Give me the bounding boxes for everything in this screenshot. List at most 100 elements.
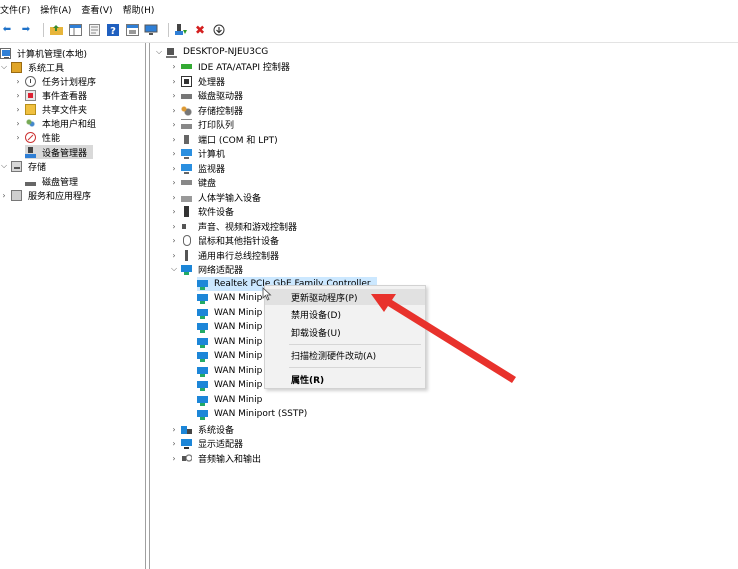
tree-node-services-apps[interactable]: › 服务和应用程序	[0, 188, 93, 202]
chevron-right-icon[interactable]: ›	[170, 91, 178, 100]
hid-icon	[181, 191, 192, 203]
forward-arrow-icon[interactable]: ➡	[19, 23, 33, 37]
device-wan-miniport[interactable]: WAN Minip	[197, 291, 264, 305]
console-tree-pane[interactable]: 计算机管理(本地) ⌵ 系统工具 › 任务计划程序 › 事件查看器 › 共享文件…	[0, 43, 146, 569]
monitor-icon[interactable]	[144, 23, 158, 37]
category-processors[interactable]: › 处理器	[170, 74, 227, 88]
chevron-right-icon[interactable]: ›	[170, 251, 178, 260]
tree-node-local-users[interactable]: › 本地用户和组	[14, 116, 98, 130]
category-audio-io[interactable]: › 音频输入和输出	[170, 451, 263, 465]
tree-node-task-scheduler[interactable]: › 任务计划程序	[14, 74, 98, 88]
chevron-right-icon[interactable]: ›	[170, 222, 178, 231]
chevron-right-icon[interactable]: ›	[170, 62, 178, 71]
tree-node-event-viewer[interactable]: › 事件查看器	[14, 88, 89, 102]
chevron-right-icon[interactable]: ›	[14, 119, 22, 128]
device-label: WAN Minip	[214, 366, 263, 376]
network-adapter-icon	[181, 263, 192, 275]
menu-action[interactable]: 操作(A)	[40, 3, 78, 16]
chevron-down-icon[interactable]: ⌵	[170, 264, 178, 274]
category-system-devices[interactable]: › 系统设备	[170, 422, 236, 436]
chevron-right-icon[interactable]: ›	[170, 207, 178, 216]
chevron-right-icon[interactable]: ›	[170, 439, 178, 448]
tree-node-storage[interactable]: ⌵ 存储	[0, 159, 48, 173]
category-display-adapters[interactable]: › 显示适配器	[170, 436, 245, 450]
chevron-right-icon[interactable]: ›	[14, 91, 22, 100]
chevron-down-icon[interactable]: ⌵	[0, 161, 8, 171]
network-card-icon	[197, 408, 208, 420]
tree-node-device-manager[interactable]: 设备管理器	[25, 145, 94, 159]
tree-node-system-tools[interactable]: ⌵ 系统工具	[0, 60, 66, 74]
chevron-right-icon[interactable]: ›	[170, 454, 178, 463]
device-wan-miniport-sstp[interactable]: WAN Miniport (SSTP)	[197, 407, 309, 421]
menu-item-uninstall-device[interactable]: 卸载设备(U)	[265, 324, 425, 340]
tree-label: 本地用户和组	[42, 119, 97, 130]
category-network-adapters[interactable]: ⌵ 网络适配器	[170, 262, 245, 276]
tools-icon	[11, 61, 22, 73]
properties-icon[interactable]	[87, 23, 101, 37]
device-wan-miniport[interactable]: WAN Minip	[197, 364, 264, 378]
chevron-right-icon[interactable]: ›	[0, 191, 8, 200]
chevron-right-icon[interactable]: ›	[170, 77, 178, 86]
menu-item-disable-device[interactable]: 禁用设备(D)	[265, 306, 425, 322]
chevron-right-icon[interactable]: ›	[170, 236, 178, 245]
chevron-right-icon[interactable]: ›	[170, 149, 178, 158]
show-tree-icon[interactable]	[68, 23, 82, 37]
view-icon[interactable]	[125, 23, 139, 37]
chevron-right-icon[interactable]: ›	[14, 105, 22, 114]
menu-item-scan-hardware[interactable]: 扫描检测硬件改动(A)	[265, 347, 425, 363]
device-wan-miniport[interactable]: WAN Minip	[197, 320, 264, 334]
chevron-right-icon[interactable]: ›	[170, 178, 178, 187]
device-root[interactable]: ⌵ DESKTOP-NJEU3CG	[155, 45, 270, 59]
chevron-down-icon[interactable]: ⌵	[0, 62, 8, 72]
category-ide-controllers[interactable]: › IDE ATA/ATAPI 控制器	[170, 59, 292, 73]
device-wan-miniport[interactable]: WAN Minip	[197, 378, 264, 392]
device-wan-miniport[interactable]: WAN Minip	[197, 335, 264, 349]
tree-node-disk-management[interactable]: 磁盘管理	[25, 174, 80, 188]
tree-node-performance[interactable]: › 性能	[14, 130, 62, 144]
category-storage-controllers[interactable]: › 存储控制器	[170, 103, 245, 117]
chevron-right-icon[interactable]: ›	[170, 135, 178, 144]
chevron-down-icon[interactable]: ⌵	[155, 47, 163, 57]
category-keyboards[interactable]: › 键盘	[170, 175, 218, 189]
category-sound-video[interactable]: › 声音、视频和游戏控制器	[170, 219, 299, 233]
device-wan-miniport[interactable]: WAN Minip	[197, 306, 264, 320]
device-manager-icon	[25, 146, 36, 158]
category-computer[interactable]: › 计算机	[170, 146, 227, 160]
category-ports[interactable]: › 端口 (COM 和 LPT)	[170, 132, 280, 146]
chevron-right-icon[interactable]: ›	[170, 106, 178, 115]
chevron-right-icon[interactable]: ›	[170, 120, 178, 129]
chevron-right-icon[interactable]: ›	[170, 164, 178, 173]
category-monitors[interactable]: › 监视器	[170, 161, 227, 175]
download-update-icon[interactable]	[212, 23, 226, 37]
back-arrow-icon[interactable]: ⬅	[0, 23, 14, 37]
tree-label: 共享文件夹	[42, 105, 88, 116]
network-card-icon	[197, 336, 208, 348]
category-usb-controllers[interactable]: › 通用串行总线控制器	[170, 248, 281, 262]
menu-help[interactable]: 帮助(H)	[123, 3, 162, 16]
tree-node-computer-management[interactable]: 计算机管理(本地)	[0, 46, 89, 60]
device-wan-miniport[interactable]: WAN Minip	[197, 393, 264, 407]
tree-node-shared-folders[interactable]: › 共享文件夹	[14, 102, 89, 116]
chevron-right-icon[interactable]: ›	[170, 193, 178, 202]
device-tree-pane[interactable]: ⌵ DESKTOP-NJEU3CG › IDE ATA/ATAPI 控制器 › …	[149, 43, 738, 569]
chevron-right-icon[interactable]: ›	[170, 425, 178, 434]
category-software-devices[interactable]: › 软件设备	[170, 204, 236, 218]
menu-item-properties[interactable]: 属性(R)	[265, 371, 425, 387]
category-hid[interactable]: › 人体学输入设备	[170, 190, 263, 204]
chevron-right-icon[interactable]: ›	[14, 77, 22, 86]
category-mice[interactable]: › 鼠标和其他指针设备	[170, 233, 281, 247]
menu-item-update-driver[interactable]: 更新驱动程序(P)	[265, 289, 425, 305]
users-icon	[25, 117, 36, 129]
help-icon[interactable]: ?	[106, 23, 120, 37]
menu-view[interactable]: 查看(V)	[81, 3, 119, 16]
category-label: 计算机	[198, 149, 226, 160]
menu-file[interactable]: 文件(F)	[0, 3, 37, 16]
up-folder-icon[interactable]	[49, 23, 63, 37]
category-print-queues[interactable]: › 打印队列	[170, 117, 236, 131]
uninstall-x-icon[interactable]: ✖	[193, 23, 207, 37]
computer-icon	[166, 46, 177, 58]
category-disk-drives[interactable]: › 磁盘驱动器	[170, 88, 245, 102]
chevron-right-icon[interactable]: ›	[14, 133, 22, 142]
device-wan-miniport[interactable]: WAN Minip	[197, 349, 264, 363]
enable-device-icon[interactable]	[174, 23, 188, 37]
